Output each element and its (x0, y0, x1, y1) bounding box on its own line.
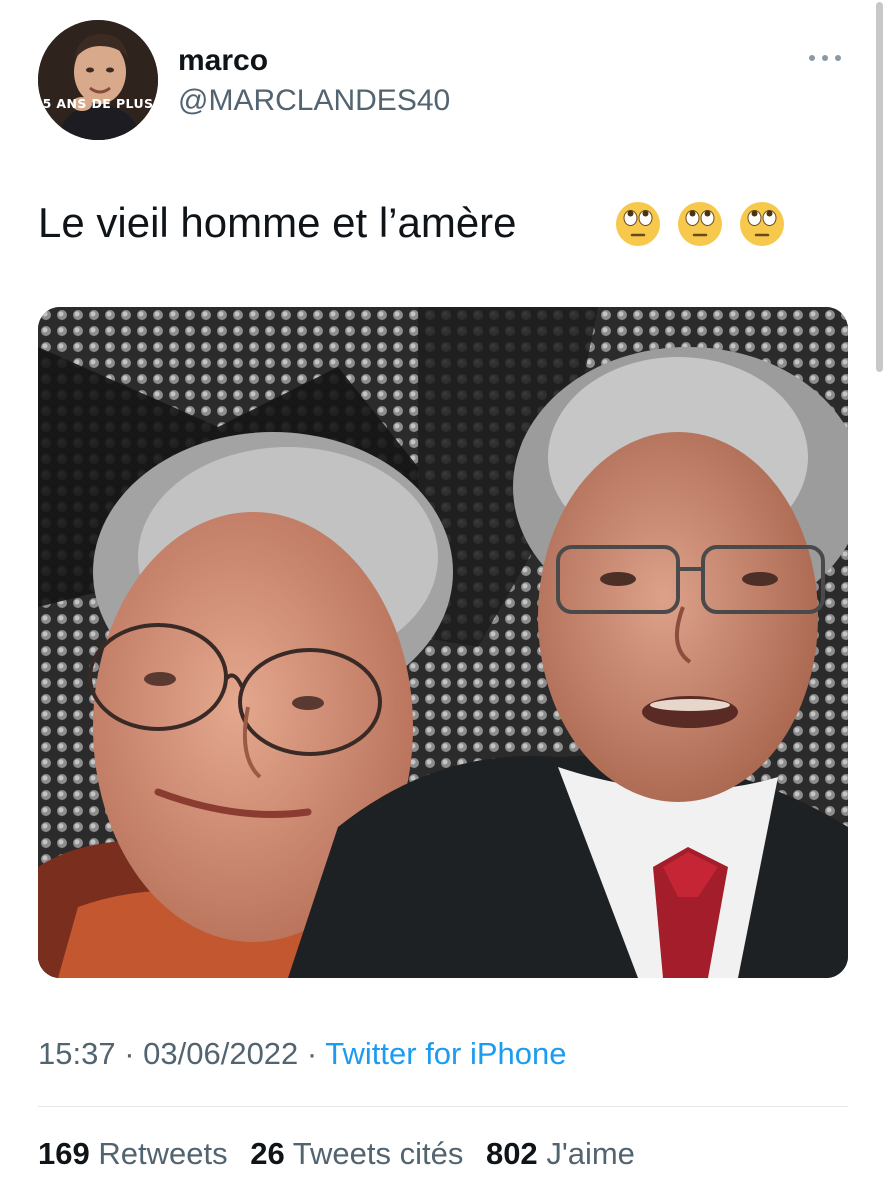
more-dot-icon (835, 55, 841, 61)
tweet-date[interactable]: 03/06/2022 (143, 1036, 298, 1071)
display-name[interactable]: marco (178, 44, 268, 78)
quotes-label: Tweets cités (292, 1136, 464, 1171)
face-with-rolling-eyes-icon (678, 202, 722, 246)
tweet-photo[interactable] (38, 307, 848, 978)
retweets-count: 169 (38, 1136, 90, 1171)
face-with-rolling-eyes-icon (616, 202, 660, 246)
face-with-rolling-eyes-icon (740, 202, 784, 246)
selfie-photo (38, 307, 848, 978)
retweets-label: Retweets (98, 1136, 228, 1171)
user-handle[interactable]: @MARCLANDES40 (178, 84, 450, 118)
tweet-meta: 15:37 · 03/06/2022 · Twitter for iPhone (38, 1036, 567, 1072)
meta-separator: · (298, 1036, 326, 1071)
avatar-portrait (38, 20, 158, 140)
avatar[interactable]: 5 ANS DE PLUS (38, 20, 158, 140)
tweet-source-link[interactable]: Twitter for iPhone (325, 1036, 566, 1071)
tweet-text: Le vieil homme et l’amère (38, 199, 517, 246)
likes-stat[interactable]: 802 J'aime (486, 1136, 635, 1171)
quote-tweets-stat[interactable]: 26 Tweets cités (250, 1136, 463, 1171)
scrollbar[interactable] (876, 2, 883, 372)
likes-count: 802 (485, 1136, 538, 1171)
meta-separator: · (115, 1036, 144, 1071)
divider (38, 1106, 848, 1107)
avatar-caption: 5 ANS DE PLUS (42, 96, 154, 111)
likes-label: J'aime (546, 1136, 635, 1171)
retweets-stat[interactable]: 169 Retweets (38, 1136, 228, 1171)
tweet-stats: 169 Retweets 26 Tweets cités 802 J'aime (38, 1136, 649, 1172)
more-dot-icon (822, 55, 828, 61)
more-dot-icon (809, 55, 815, 61)
more-options-button[interactable] (800, 40, 850, 74)
tweet-time[interactable]: 15:37 (38, 1036, 116, 1071)
tweet-card: 5 ANS DE PLUS marco @MARCLANDES40 Le vie… (0, 0, 885, 1200)
quotes-count: 26 (250, 1136, 285, 1171)
